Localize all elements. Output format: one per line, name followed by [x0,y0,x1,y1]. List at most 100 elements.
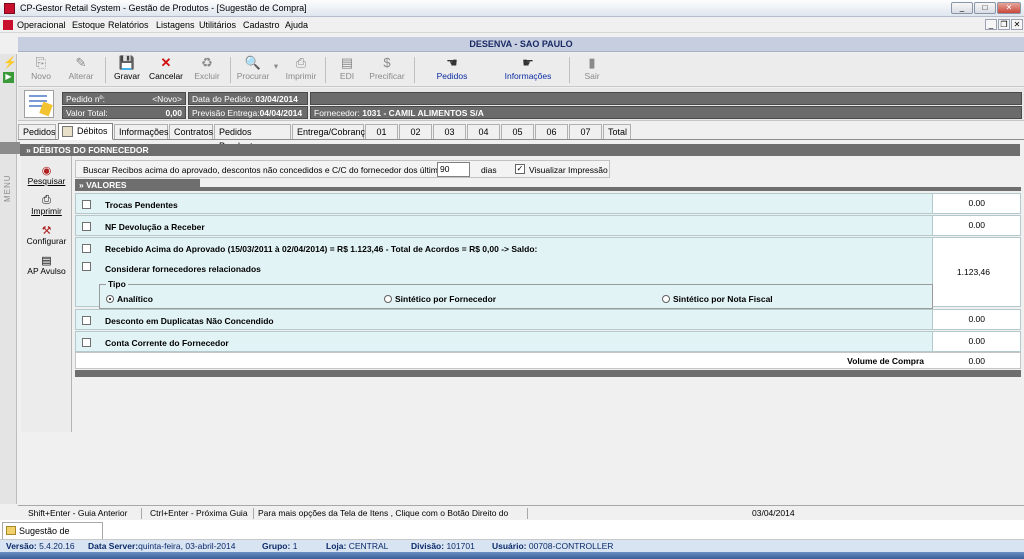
pesquisar-button[interactable]: ◉ Pesquisar [21,164,72,186]
printer-icon: ⎙ [295,55,307,70]
debitos-icon [62,126,73,137]
imprimir-button[interactable]: ⎙ Imprimir [284,55,318,85]
recebido-checkbox[interactable] [82,244,91,253]
search-criteria-row: Buscar Recibos acima do aprovado, descon… [75,160,610,178]
configurar-button[interactable]: ⚒ Configurar [21,224,72,246]
mdi-close-button[interactable]: ✕ [1011,19,1023,30]
printer-icon: ⎙ [42,194,51,206]
mdi-minimize-button[interactable]: _ [985,19,997,30]
considerar-checkbox[interactable] [82,262,91,271]
cancelar-button[interactable]: ✕ Cancelar [148,55,184,85]
conta-corrente-label: Conta Corrente do Fornecedor [105,338,229,348]
grupo-value: 1 [292,541,298,551]
mdi-tab-bar: Sugestão de Compra [0,520,1024,552]
toolbar-separator [569,57,570,83]
menu-utilitarios[interactable]: Utilitários [199,20,236,30]
radio-sintetico-nota[interactable]: Sintético por Nota Fiscal [662,294,773,304]
mdi-tab-sugestao[interactable]: Sugestão de Compra [2,522,103,552]
nf-checkbox[interactable] [82,222,91,231]
volume-compra-label: Volume de Compra [847,356,924,366]
tab-06[interactable]: 06 [535,124,568,139]
toolbar-separator [414,57,415,83]
maximize-button[interactable]: □ [974,2,996,14]
radio-analitico[interactable]: Analítico [106,294,153,304]
alterar-button[interactable]: ✎ Alterar [65,55,97,85]
trocas-label: Trocas Pendentes [105,200,178,210]
pedido-field: Pedido nº: <Novo> [62,92,186,105]
fornecedor-field: Fornecedor: 1031 - CAMIL ALIMENTOS S/A [310,106,1022,119]
toolbar-separator [325,57,326,83]
close-button[interactable]: ✕ [997,2,1021,14]
informacoes-button[interactable]: ☛ Informações [503,55,553,85]
visualizar-checkbox[interactable]: ✓ [515,164,525,174]
gravar-button[interactable]: 💾 Gravar [112,55,142,85]
tab-03[interactable]: 03 [433,124,466,139]
minimize-button[interactable]: _ [951,2,973,14]
volume-compra-row: Volume de Compra 0.00 [75,352,1021,369]
recebido-label: Recebido Acima do Aprovado (15/03/2011 à… [105,244,538,254]
precificar-button[interactable]: $ Precificar [368,55,406,85]
tab-contratos[interactable]: Contratos [169,124,213,139]
menu-ajuda[interactable]: Ajuda [285,20,308,30]
conta-corrente-checkbox[interactable] [82,338,91,347]
conta-corrente-value: 0.00 [932,332,1020,351]
tab-entrega-cobranca[interactable]: Entrega/Cobrança [292,124,370,139]
tipo-legend: Tipo [106,279,128,289]
imprimir-left-button[interactable]: ⎙ Imprimir [21,194,72,216]
menu-relatorios[interactable]: Relatórios [108,20,149,30]
novo-button[interactable]: ⎘ Novo [26,55,56,85]
procurar-dropdown-icon[interactable]: ▾ [272,61,280,91]
edi-button[interactable]: ▤ EDI [334,55,360,85]
tab-02[interactable]: 02 [399,124,432,139]
tab-informacoes[interactable]: Informações [114,124,169,139]
hand-pointing-icon: ☛ [522,55,534,70]
menu-estoque[interactable]: Estoque [72,20,105,30]
considerar-label: Considerar fornecedores relacionados [105,264,261,274]
title-bar: CP-Gestor Retail System - Gestão de Prod… [0,0,1024,17]
exit-door-icon: ▮ [588,55,596,70]
mdi-restore-button[interactable]: ❐ [998,19,1010,30]
tab-01[interactable]: 01 [365,124,398,139]
arrow-right-icon[interactable]: ▶ [3,72,14,83]
radio-selected-icon [106,295,114,303]
procurar-button[interactable]: 🔍 Procurar [236,55,270,85]
trocas-checkbox[interactable] [82,200,91,209]
sair-button[interactable]: ▮ Sair [580,55,604,85]
volume-compra-value: 0.00 [968,356,985,366]
desconto-value: 0.00 [932,310,1020,329]
visualizar-label: Visualizar Impressão [529,165,608,175]
values-header: » VALORES [75,179,200,191]
window-title: CP-Gestor Retail System - Gestão de Prod… [20,3,307,13]
delete-icon: ♻ [201,55,213,70]
tab-pedidos[interactable]: Pedidos [18,124,56,139]
server-date-value: quinta-feira, 03-abril-2014 [138,541,236,551]
tab-07[interactable]: 07 [569,124,602,139]
divisao-value: 101701 [446,541,475,551]
excluir-button[interactable]: ♻ Excluir [192,55,222,85]
tab-05[interactable]: 05 [501,124,534,139]
form-icon [6,526,16,535]
toolbar: ⎘ Novo ✎ Alterar 💾 Gravar ✕ Cancelar ♻ Exclui… [18,53,1024,87]
pedidos-button[interactable]: ☚ Pedidos [433,55,471,85]
menu-listagens[interactable]: Listagens [156,20,195,30]
status-next-tab: Ctrl+Enter - Próxima Guia [150,508,254,519]
menu-operacional[interactable]: Operacional [17,20,66,30]
radio-sintetico-fornecedor[interactable]: Sintético por Fornecedor [384,294,496,304]
section-header: » DÉBITOS DO FORNECEDOR [20,144,1020,156]
tab-debitos[interactable]: Débitos [58,123,113,140]
tab-total[interactable]: Total [603,124,631,139]
menu-cadastro[interactable]: Cadastro [243,20,280,30]
side-menu-strip[interactable]: ⚡ ▶ MENU [0,54,17,504]
lightning-icon[interactable]: ⚡ [3,58,17,69]
mdi-app-icon [3,20,13,30]
search-icon: 🔍 [244,55,262,70]
branch-header: DESENVA - SAO PAULO [18,37,1024,52]
tab-pedidos-pendentes[interactable]: Pedidos Pendentes [214,124,291,151]
tab-bar: Pedidos Débitos Informações Contratos Pe… [18,123,1024,151]
left-action-panel: ◉ Pesquisar ⎙ Imprimir ⚒ Configurar ▤ AP Avu… [21,156,72,432]
previsao-field: Previsão Entrega:04/04/2014 [188,106,308,119]
desconto-checkbox[interactable] [82,316,91,325]
days-input[interactable]: 90 [437,162,470,177]
tab-04[interactable]: 04 [467,124,500,139]
ap-avulso-button[interactable]: ▤ AP Avulso [21,254,72,276]
